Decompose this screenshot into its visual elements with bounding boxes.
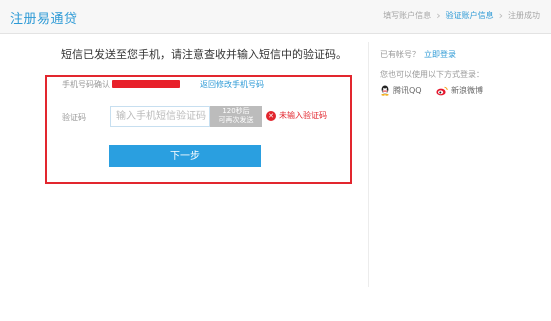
- resend-countdown: 120秒后: [222, 107, 250, 115]
- login-link[interactable]: 立即登录: [424, 50, 456, 59]
- alt-login-hint: 您也可以使用以下方式登录：: [380, 70, 484, 79]
- change-phone-link[interactable]: 返回修改手机号码: [200, 79, 264, 90]
- weibo-icon: [436, 86, 448, 95]
- chevron-right-icon: ›: [436, 8, 441, 22]
- verification-code-input[interactable]: [110, 106, 210, 127]
- weibo-login-link[interactable]: 新浪微博: [436, 85, 483, 96]
- step-register-success: 注册成功: [508, 11, 540, 20]
- chevron-right-icon: ›: [498, 8, 503, 22]
- have-account-label: 已有帐号？: [380, 50, 420, 59]
- have-account-text: 已有帐号？ 立即登录: [380, 49, 456, 60]
- qq-login-label: 腾讯QQ: [393, 86, 422, 95]
- verification-code-label: 验证码: [62, 113, 86, 122]
- main-content: 短信已发送至您手机，请注意查收并输入短信中的验证码。 手机号码确认 返回修改手机…: [0, 34, 551, 321]
- error-text: 未输入验证码: [279, 111, 327, 120]
- next-step-button[interactable]: 下一步: [109, 145, 261, 167]
- phone-confirm-label: 手机号码确认: [62, 80, 110, 89]
- phone-number-redacted: [112, 80, 180, 88]
- sms-sent-notice: 短信已发送至您手机，请注意查收并输入短信中的验证码。: [61, 48, 347, 61]
- header-bar: 注册易通贷 填写账户信息 › 验证账户信息 › 注册成功: [0, 0, 551, 34]
- qq-icon: [381, 85, 389, 96]
- resend-code-button[interactable]: 120秒后 可再次发送: [210, 106, 262, 127]
- page-title: 注册易通贷: [10, 12, 78, 27]
- step-fill-account: 填写账户信息: [383, 11, 432, 20]
- weibo-login-label: 新浪微博: [451, 86, 483, 95]
- step-progress: 填写账户信息 › 验证账户信息 › 注册成功: [380, 10, 543, 21]
- qq-login-link[interactable]: 腾讯QQ: [380, 85, 422, 96]
- code-error-message: ✕ 未输入验证码: [266, 110, 327, 121]
- vertical-divider: [368, 42, 369, 287]
- error-icon: ✕: [266, 110, 276, 121]
- step-verify-account: 验证账户信息: [445, 11, 494, 20]
- resend-hint: 可再次发送: [218, 116, 254, 124]
